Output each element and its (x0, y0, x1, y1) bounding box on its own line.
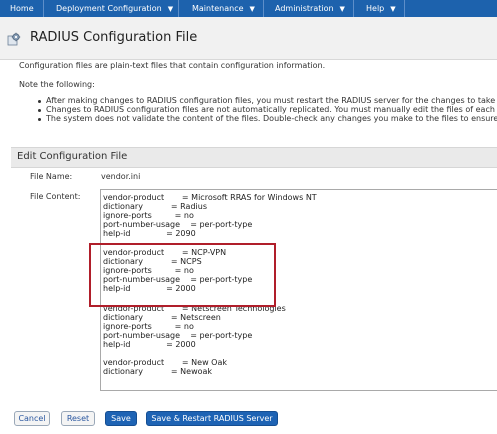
note-bullet-2: Changes to RADIUS configuration files ar… (46, 105, 497, 114)
content-line: help-id = 2000 (103, 340, 196, 349)
file-name-label: File Name: (30, 172, 73, 181)
note-bullet-1: After making changes to RADIUS configura… (46, 96, 497, 105)
nav-administration-label: Administration (275, 4, 334, 13)
nav-deployment-configuration[interactable]: Deployment Configuration ▼ (56, 0, 173, 17)
page-header: RADIUS Configuration File (0, 17, 497, 60)
content-line: vendor-product = New Oak (103, 358, 228, 367)
chevron-down-icon: ▼ (167, 5, 174, 13)
content-line: vendor-product = Microsoft RRAS for Wind… (103, 193, 317, 202)
nav-home[interactable]: Home (10, 0, 34, 17)
chevron-down-icon: ▼ (339, 5, 345, 13)
nav-maintenance[interactable]: Maintenance ▼ (192, 0, 255, 17)
note-bullet-3: The system does not validate the content… (46, 114, 497, 123)
content-line: port-number-usage = per-port-type (103, 220, 253, 229)
content-line: dictionary = Radius (103, 202, 207, 211)
bullet-marker (38, 109, 41, 112)
nav-divider (178, 0, 179, 17)
chevron-down-icon: ▼ (249, 5, 255, 13)
edit-section-title: Edit Configuration File (17, 151, 128, 162)
bullet-marker (38, 100, 41, 103)
nav-help[interactable]: Help ▼ (366, 0, 396, 17)
page-title: RADIUS Configuration File (30, 30, 198, 45)
file-content-label: File Content: (30, 192, 81, 201)
intro-description: Configuration files are plain-text files… (19, 61, 326, 70)
content-line: port-number-usage = per-port-type (103, 331, 253, 340)
nav-divider (43, 0, 44, 17)
nav-maintenance-label: Maintenance (192, 4, 244, 13)
chevron-down-icon: ▼ (390, 5, 396, 13)
note-heading: Note the following: (19, 80, 95, 89)
highlight-box-ncp-vpn (89, 243, 276, 307)
cancel-button[interactable]: Cancel (14, 411, 50, 426)
nav-deployment-label: Deployment Configuration (56, 4, 162, 13)
nav-divider (353, 0, 354, 17)
nav-help-label: Help (366, 4, 385, 13)
content-line: ignore-ports = no (103, 322, 194, 331)
settings-page-icon (7, 32, 21, 46)
nav-administration[interactable]: Administration ▼ (275, 0, 345, 17)
reset-button[interactable]: Reset (61, 411, 95, 426)
nav-divider (263, 0, 264, 17)
content-line: ignore-ports = no (103, 211, 194, 220)
nav-divider (404, 0, 405, 17)
edit-section-header: Edit Configuration File (11, 147, 497, 168)
content-line: help-id = 2090 (103, 229, 196, 238)
content-line: dictionary = Netscreen (103, 313, 221, 322)
top-nav-bar: Home Deployment Configuration ▼ Maintenan… (0, 0, 497, 17)
file-name-value: vendor.ini (101, 172, 141, 181)
bullet-marker (38, 118, 41, 121)
save-restart-radius-button[interactable]: Save & Restart RADIUS Server (146, 411, 278, 426)
nav-home-label: Home (10, 4, 34, 13)
save-button[interactable]: Save (105, 411, 137, 426)
content-line: dictionary = Newoak (103, 367, 213, 376)
